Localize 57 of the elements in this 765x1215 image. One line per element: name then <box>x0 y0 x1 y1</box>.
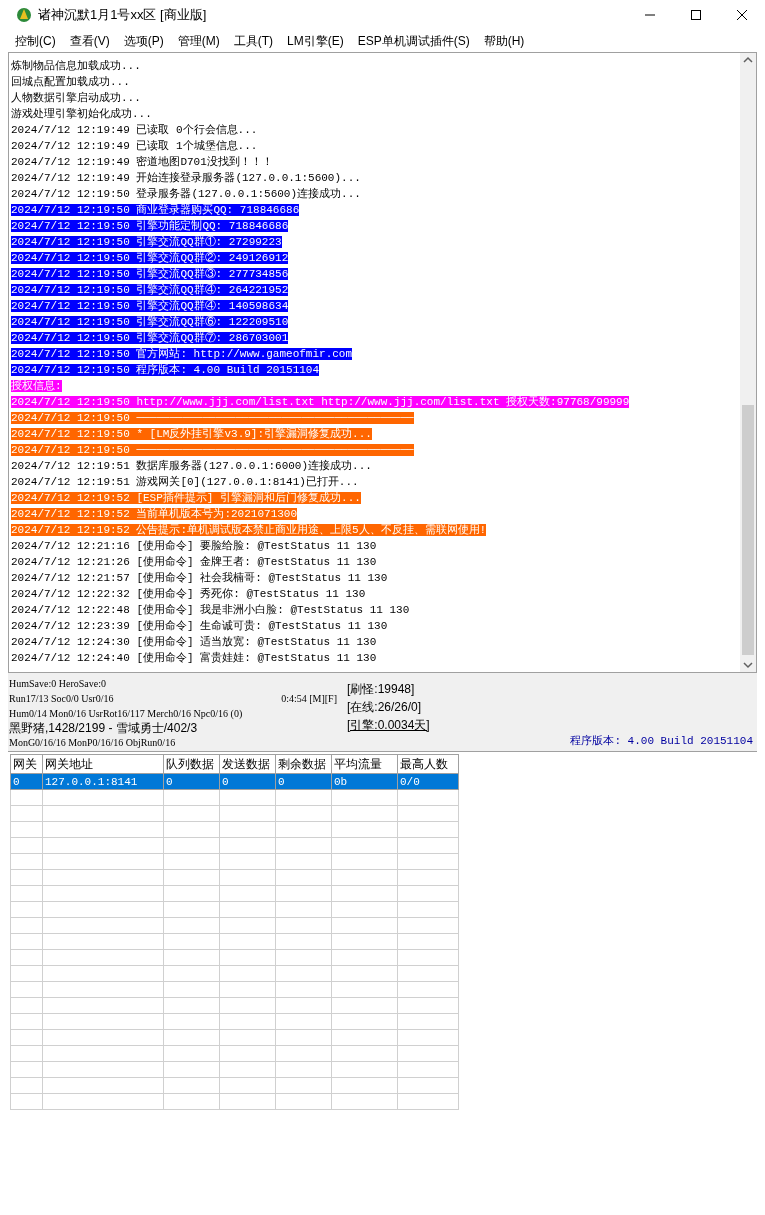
counter-text: [引擎:0.0034天] <box>347 717 430 734</box>
menu-item[interactable]: ESP单机调试插件(S) <box>350 32 477 50</box>
status-text: 黑野猪,1428/2199 - 雪域勇士/402/3 <box>9 721 198 735</box>
scrollbar[interactable] <box>740 53 756 672</box>
log-line: 2024/7/12 12:19:49 密道地图D701没找到！！！ <box>11 156 273 168</box>
column-header[interactable]: 网关 <box>10 754 43 774</box>
log-line: 2024/7/12 12:19:51 数据库服务器(127.0.0.1:6000)连接成功... <box>11 460 372 472</box>
log-line: 2024/7/12 12:19:49 已读取 0个行会信息... <box>11 124 258 136</box>
column-header[interactable]: 最高人数 <box>397 754 459 774</box>
column-header[interactable]: 网关地址 <box>42 754 164 774</box>
log-line: 炼制物品信息加载成功... <box>11 60 141 72</box>
menu-item[interactable]: 帮助(H) <box>476 32 532 50</box>
log-line: 2024/7/12 12:22:32 [使用命令] 秀死你: @TestStatus 11 130 <box>11 588 366 600</box>
table-cell: 0b <box>331 773 398 790</box>
log-line: 游戏处理引擎初始化成功... <box>11 108 152 120</box>
menu-item[interactable]: 选项(P) <box>116 32 171 50</box>
menu-item[interactable]: 查看(V) <box>62 32 117 50</box>
counter-text: [在线:26/26/0] <box>347 699 423 716</box>
log-line: 2024/7/12 12:21:16 [使用命令] 要脸给脸: @TestStatus 11 130 <box>11 540 377 552</box>
log-line: 2024/7/12 12:23:39 [使用命令] 生命诚可贵: @TestStatus 11 130 <box>11 620 388 632</box>
table-cell: 0 <box>275 773 332 790</box>
table-cell: 0 <box>163 773 220 790</box>
menu-item[interactable]: 工具(T) <box>226 32 280 50</box>
log-line: 2024/7/12 12:19:49 已读取 1个城堡信息... <box>11 140 258 152</box>
column-header[interactable]: 队列数据 <box>163 754 220 774</box>
status-text: HumSave:0 HeroSave:0 <box>9 677 106 691</box>
table-cell: 0 <box>10 773 43 790</box>
column-header[interactable]: 发送数据 <box>219 754 276 774</box>
uptime-text: 0:4:54 [M][F] <box>281 692 337 706</box>
log-line: 2024/7/12 12:19:49 开始连接登录服务器(127.0.0.1:5600)... <box>11 172 361 184</box>
window-title: 诸神沉默1月1号xx区 [商业版] <box>38 6 207 25</box>
log-line: 2024/7/12 12:22:48 [使用命令] 我是非洲小白脸: @TestStatus 11 130 <box>11 604 410 616</box>
scroll-thumb[interactable] <box>742 405 754 655</box>
menu-item[interactable]: 管理(M) <box>170 32 227 50</box>
log-line: 2024/7/12 12:19:51 游戏网关[0](127.0.0.1:8141)已打开... <box>11 476 359 488</box>
maximize-icon <box>691 10 701 20</box>
table-cell: 127.0.0.1:8141 <box>42 773 164 790</box>
close-icon <box>737 10 747 20</box>
log-line: 2024/7/12 12:24:40 [使用命令] 富贵娃娃: @TestStatus 11 130 <box>11 652 377 664</box>
status-text: Hum0/14 Mon0/16 UsrRot16/117 Merch0/16 Npc0/16 (0) <box>9 707 243 721</box>
log-line: 人物数据引擎启动成功... <box>11 92 141 104</box>
menu-item[interactable]: 控制(C) <box>8 32 63 50</box>
status-text: Run17/13 Soc0/0 Usr0/16 <box>9 692 114 706</box>
table-cell: 0 <box>219 773 276 790</box>
counter-text: [刷怪:19948] <box>347 681 416 698</box>
table-cell: 0/0 <box>397 773 459 790</box>
version-text: 程序版本: 4.00 Build 20151104 <box>570 733 753 749</box>
status-text: MonG0/16/16 MonP0/16/16 ObjRun0/16 <box>9 736 176 750</box>
menu-item[interactable]: LM引擎(E) <box>280 32 351 50</box>
column-header[interactable]: 剩余数据 <box>275 754 332 774</box>
log-line: 2024/7/12 12:19:50 登录服务器(127.0.0.1:5600)连接成功... <box>11 188 361 200</box>
log-line: 2024/7/12 12:21:57 [使用命令] 社会我楠哥: @TestStatus 11 130 <box>11 572 388 584</box>
log-line: 回城点配置加载成功... <box>11 76 130 88</box>
app-logo-icon <box>16 7 32 23</box>
column-header[interactable]: 平均流量 <box>331 754 398 774</box>
log-line: 2024/7/12 12:21:26 [使用命令] 金牌王者: @TestStatus 11 130 <box>11 556 377 568</box>
log-line: 2024/7/12 12:24:30 [使用命令] 适当放宽: @TestStatus 11 130 <box>11 636 377 648</box>
